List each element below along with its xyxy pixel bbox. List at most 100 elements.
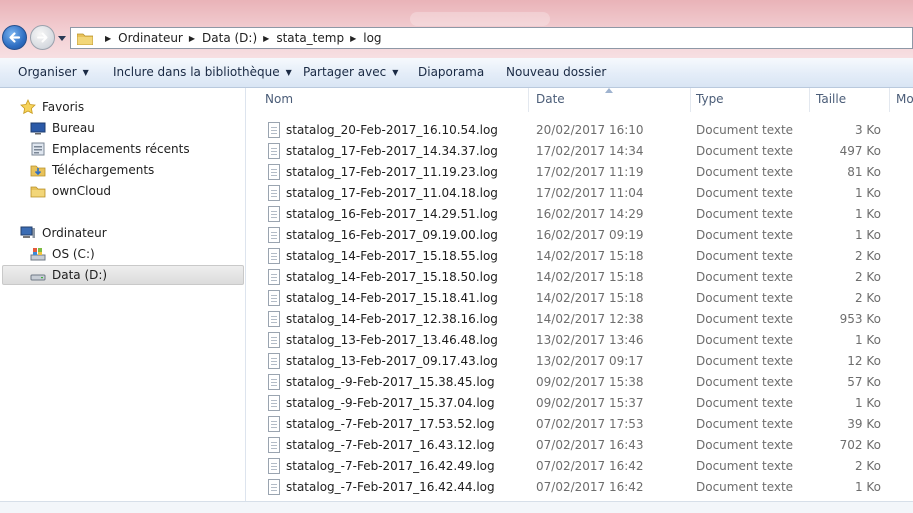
file-size: 3 Ko <box>854 123 881 137</box>
file-date: 07/02/2017 17:53 <box>536 417 644 431</box>
chevron-down-icon: ▼ <box>82 68 89 77</box>
text-file-icon <box>268 353 280 369</box>
nav-drive-d[interactable]: Data (D:) <box>30 265 107 285</box>
column-divider[interactable] <box>528 88 529 112</box>
file-size: 1 Ko <box>854 480 881 494</box>
title-blur <box>410 12 550 26</box>
crumb-log[interactable]: ▶ log <box>344 31 381 45</box>
column-divider[interactable] <box>690 88 691 112</box>
nav-item-label: ownCloud <box>52 184 112 198</box>
crumb-data-d[interactable]: ▶ Data (D:) <box>183 31 257 45</box>
file-row[interactable]: statalog_14-Feb-2017_15.18.41.log 14/02/2… <box>265 288 913 309</box>
file-row[interactable]: statalog_16-Feb-2017_09.19.00.log 16/02/2… <box>265 225 913 246</box>
file-type: Document texte <box>696 333 794 347</box>
crumb-label[interactable]: Data (D:) <box>202 31 257 45</box>
nav-item-bureau[interactable]: Bureau <box>30 118 95 138</box>
file-row[interactable]: statalog_-7-Feb-2017_17.53.52.log 07/02/2… <box>265 414 913 435</box>
file-type: Document texte <box>696 291 794 305</box>
nav-favorites[interactable]: Favoris <box>20 97 84 117</box>
file-type: Document texte <box>696 312 794 326</box>
address-bar[interactable]: ▶ Ordinateur ▶ Data (D:) ▶ stata_temp ▶ log <box>70 27 913 49</box>
file-name: statalog_13-Feb-2017_13.46.48.log <box>286 333 498 347</box>
file-size: 497 Ko <box>839 144 881 158</box>
nav-item-downloads[interactable]: Téléchargements <box>30 160 154 180</box>
file-name: statalog_16-Feb-2017_09.19.00.log <box>286 228 498 242</box>
file-row[interactable]: statalog_20-Feb-2017_16.10.54.log 20/02/2… <box>265 120 913 141</box>
folder-icon <box>30 186 46 198</box>
include-library-button[interactable]: Inclure dans la bibliothèque ▼ <box>113 65 292 79</box>
file-size: 1 Ko <box>854 228 881 242</box>
column-header-size[interactable]: Taille <box>816 92 846 106</box>
file-row[interactable]: statalog_-9-Feb-2017_15.37.04.log 09/02/2… <box>265 393 913 414</box>
file-row[interactable]: statalog_-7-Feb-2017_16.42.44.log 07/02/2… <box>265 477 913 498</box>
file-row[interactable]: statalog_13-Feb-2017_13.46.48.log 13/02/2… <box>265 330 913 351</box>
column-divider[interactable] <box>809 88 810 112</box>
organize-button[interactable]: Organiser ▼ <box>18 65 89 79</box>
forward-button[interactable] <box>30 25 55 50</box>
computer-icon <box>20 226 35 238</box>
file-row[interactable]: statalog_-7-Feb-2017_16.43.12.log 07/02/2… <box>265 435 913 456</box>
file-date: 16/02/2017 09:19 <box>536 228 644 242</box>
file-type: Document texte <box>696 354 794 368</box>
file-type: Document texte <box>696 165 794 179</box>
file-date: 17/02/2017 11:19 <box>536 165 644 179</box>
crumb-sep-icon[interactable]: ▶ <box>350 34 356 43</box>
text-file-icon <box>268 290 280 306</box>
slideshow-button[interactable]: Diaporama <box>418 65 484 79</box>
file-type: Document texte <box>696 480 794 494</box>
file-name: statalog_-7-Feb-2017_16.43.12.log <box>286 438 495 452</box>
file-row[interactable]: statalog_-9-Feb-2017_15.38.45.log 09/02/2… <box>265 372 913 393</box>
file-row[interactable]: statalog_14-Feb-2017_12.38.16.log 14/02/2… <box>265 309 913 330</box>
column-header-type[interactable]: Type <box>696 92 724 106</box>
file-date: 14/02/2017 15:18 <box>536 249 644 263</box>
file-date: 17/02/2017 14:34 <box>536 144 644 158</box>
crumb-ordinateur[interactable]: ▶ Ordinateur <box>99 31 183 45</box>
column-divider[interactable] <box>889 88 890 112</box>
nav-item-label: OS (C:) <box>52 247 95 261</box>
crumb-stata-temp[interactable]: ▶ stata_temp <box>257 31 344 45</box>
file-row[interactable]: statalog_17-Feb-2017_14.34.37.log 17/02/2… <box>265 141 913 162</box>
chevron-down-icon: ▼ <box>392 68 399 77</box>
nav-item-owncloud[interactable]: ownCloud <box>30 181 111 201</box>
file-type: Document texte <box>696 228 794 242</box>
file-row[interactable]: statalog_-7-Feb-2017_16.42.49.log 07/02/2… <box>265 456 913 477</box>
file-date: 13/02/2017 13:46 <box>536 333 644 347</box>
file-size: 2 Ko <box>854 249 881 263</box>
file-row[interactable]: statalog_16-Feb-2017_14.29.51.log 16/02/2… <box>265 204 913 225</box>
crumb-label[interactable]: Ordinateur <box>118 31 183 45</box>
crumb-label[interactable]: stata_temp <box>276 31 344 45</box>
file-name: statalog_-7-Feb-2017_17.53.52.log <box>286 417 495 431</box>
crumb-label[interactable]: log <box>363 31 381 45</box>
column-header-more[interactable]: Mo <box>896 92 913 106</box>
text-file-icon <box>268 164 280 180</box>
nav-favorites-label: Favoris <box>42 100 85 114</box>
nav-computer[interactable]: Ordinateur <box>20 223 107 243</box>
column-header-name[interactable]: Nom <box>265 92 293 106</box>
crumb-sep-icon[interactable]: ▶ <box>105 34 111 43</box>
nav-computer-label: Ordinateur <box>42 226 107 240</box>
file-row[interactable]: statalog_17-Feb-2017_11.04.18.log 17/02/2… <box>265 183 913 204</box>
file-row[interactable]: statalog_17-Feb-2017_11.19.23.log 17/02/2… <box>265 162 913 183</box>
file-type: Document texte <box>696 459 794 473</box>
back-button[interactable] <box>2 25 27 50</box>
nav-drive-c[interactable]: OS (C:) <box>30 244 95 264</box>
crumb-sep-icon[interactable]: ▶ <box>263 34 269 43</box>
column-header-date[interactable]: Date <box>536 92 565 106</box>
history-dropdown-icon[interactable] <box>58 34 66 42</box>
share-button[interactable]: Partager avec ▼ <box>303 65 398 79</box>
crumb-sep-icon[interactable]: ▶ <box>189 34 195 43</box>
file-type: Document texte <box>696 396 794 410</box>
file-row[interactable]: statalog_14-Feb-2017_15.18.55.log 14/02/2… <box>265 246 913 267</box>
file-row[interactable]: statalog_14-Feb-2017_15.18.50.log 14/02/2… <box>265 267 913 288</box>
text-file-icon <box>268 437 280 453</box>
nav-item-recent[interactable]: Emplacements récents <box>30 139 190 159</box>
text-file-icon <box>268 227 280 243</box>
file-type: Document texte <box>696 417 794 431</box>
new-folder-button[interactable]: Nouveau dossier <box>506 65 606 79</box>
file-type: Document texte <box>696 270 794 284</box>
file-name: statalog_-9-Feb-2017_15.38.45.log <box>286 375 495 389</box>
folder-icon <box>77 33 93 45</box>
file-row[interactable]: statalog_13-Feb-2017_09.17.43.log 13/02/2… <box>265 351 913 372</box>
file-type: Document texte <box>696 375 794 389</box>
file-type: Document texte <box>696 207 794 221</box>
